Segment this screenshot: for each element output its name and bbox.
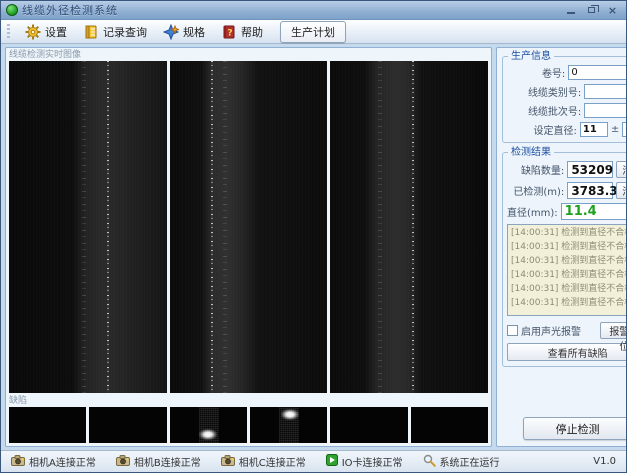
magnifier-icon — [423, 454, 436, 470]
roll-number-input[interactable] — [568, 65, 627, 80]
log-entry: [14:00:31] 检测到直径不合格 — [511, 226, 627, 240]
window-title: 线缆外径检测系统 — [22, 2, 558, 18]
defect-blob — [281, 409, 299, 420]
measured-length-label: 已检测(m): — [513, 183, 564, 198]
settings-button[interactable]: 设置 — [22, 22, 70, 42]
settings-icon — [25, 24, 41, 40]
defects-title: 缺陷 — [9, 395, 488, 407]
diameter-label: 直径(mm): — [507, 204, 558, 219]
spec-label: 规格 — [183, 24, 205, 40]
plus-minus-sign: ± — [611, 124, 619, 135]
cable-edge-highlight — [412, 61, 414, 393]
close-button[interactable]: × — [604, 3, 621, 17]
clear-measured-button[interactable]: 清零 — [616, 182, 627, 199]
record-query-button[interactable]: 记录查询 — [80, 22, 150, 42]
tolerance-input[interactable] — [622, 122, 627, 137]
cable-batch-label: 线缆批次号: — [528, 103, 581, 118]
camera-b-view — [170, 61, 328, 393]
cable-edge-noise — [378, 61, 382, 393]
records-icon — [83, 24, 99, 40]
detection-log[interactable]: [14:00:31] 检测到直径不合格 [14:00:31] 检测到直径不合格 … — [507, 224, 627, 316]
live-image-panel: 线缆检测实时图像 缺陷 — [5, 47, 492, 447]
restore-button[interactable] — [583, 3, 600, 17]
defect-thumbnail[interactable] — [250, 407, 327, 443]
toolbar: 设置 记录查询 规格 ? 帮助 — [1, 20, 626, 44]
system-running-status: 系统正在运行 — [423, 454, 500, 470]
io-card-status: IO卡连接正常 — [326, 454, 403, 469]
help-icon: ? — [221, 24, 237, 40]
detection-results-title: 检测结果 — [508, 146, 554, 159]
alarm-enable-label: 启用声光报警 — [521, 323, 581, 338]
detection-results-group: 检测结果 缺陷数量: 53209 清零 已检测(m): 3783.3 清零 直径… — [502, 152, 627, 367]
cable-type-dropdown[interactable]: ▼ — [584, 84, 627, 99]
log-entry: [14:00:31] 检测到直径不合格 — [511, 254, 627, 268]
cable-edge-noise — [82, 61, 86, 393]
view-all-defects-button[interactable]: 查看所有缺陷 — [507, 343, 627, 361]
control-panel: 生产信息 卷号: 线缆类别号: ▼ 线缆批次号: ▼ — [496, 47, 627, 447]
camera-icon — [11, 455, 25, 469]
svg-text:?: ? — [227, 28, 232, 38]
io-card-icon — [326, 454, 338, 469]
log-entry: [14:00:31] 检测到直径不合格 — [511, 282, 627, 296]
camera-c-status: 相机C连接正常 — [221, 454, 306, 469]
app-icon — [6, 4, 18, 16]
defect-thumbnail[interactable] — [170, 407, 247, 443]
defect-thumbnail[interactable] — [89, 407, 166, 443]
status-bar: 相机A连接正常 相机B连接正常 相机C连接正常 — [1, 450, 626, 472]
cable-type-label: 线缆类别号: — [528, 84, 581, 99]
camera-icon — [116, 455, 130, 469]
minimize-button[interactable] — [562, 3, 579, 17]
defect-thumbnail[interactable] — [330, 407, 407, 443]
measured-length-value: 3783.3 — [567, 182, 613, 199]
content-area: 线缆检测实时图像 缺陷 — [1, 44, 626, 450]
spec-button[interactable]: 规格 — [160, 22, 208, 42]
production-plan-label: 生产计划 — [291, 24, 335, 40]
camera-c-view — [330, 61, 488, 393]
title-bar: 线缆外径检测系统 × — [1, 1, 626, 20]
spec-icon — [163, 24, 179, 40]
camera-a-view — [9, 61, 167, 393]
camera-a-status: 相机A连接正常 — [11, 454, 96, 469]
production-info-title: 生产信息 — [508, 50, 554, 63]
help-button[interactable]: ? 帮助 — [218, 22, 266, 42]
diameter-value: 11.4 — [561, 203, 627, 220]
roll-number-label: 卷号: — [542, 65, 565, 80]
camera-icon — [221, 455, 235, 469]
camera-views — [9, 61, 488, 393]
production-info-group: 生产信息 卷号: 线缆类别号: ▼ 线缆批次号: ▼ — [502, 56, 627, 143]
alarm-enable-checkbox[interactable] — [507, 325, 518, 336]
defect-thumbnails — [9, 407, 488, 443]
log-entry: [14:00:31] 检测到直径不合格 — [511, 240, 627, 254]
defect-count-value: 53209 — [567, 161, 613, 178]
record-query-label: 记录查询 — [103, 24, 147, 40]
defect-thumbnail[interactable] — [9, 407, 86, 443]
clear-defect-count-button[interactable]: 清零 — [616, 161, 627, 178]
cable-edge-noise — [223, 61, 227, 393]
toolbar-grip — [7, 24, 10, 40]
cable-batch-dropdown[interactable]: ▼ — [584, 103, 627, 118]
cable-edge-highlight — [107, 61, 109, 393]
defect-count-label: 缺陷数量: — [521, 162, 564, 177]
stop-detection-button[interactable]: 停止检测 — [523, 417, 627, 440]
log-entry: [14:00:31] 检测到直径不合格 — [511, 268, 627, 282]
live-image-title: 线缆检测实时图像 — [9, 49, 488, 61]
log-entry: [14:00:31] 检测到直径不合格 — [511, 296, 627, 310]
cable-edge-highlight — [211, 61, 213, 393]
settings-label: 设置 — [45, 24, 67, 40]
defect-thumbnail[interactable] — [411, 407, 488, 443]
alarm-reset-button[interactable]: 报警复位 — [600, 322, 627, 339]
production-plan-button[interactable]: 生产计划 — [280, 21, 346, 43]
camera-b-status: 相机B连接正常 — [116, 454, 201, 469]
defect-blob — [199, 429, 217, 440]
set-diameter-label: 设定直径: — [534, 122, 577, 137]
app-window: 线缆外径检测系统 × 设置 记录查询 — [0, 0, 627, 473]
help-label: 帮助 — [241, 24, 263, 40]
set-diameter-input[interactable] — [580, 122, 608, 137]
version-label: V1.0 — [593, 456, 616, 467]
